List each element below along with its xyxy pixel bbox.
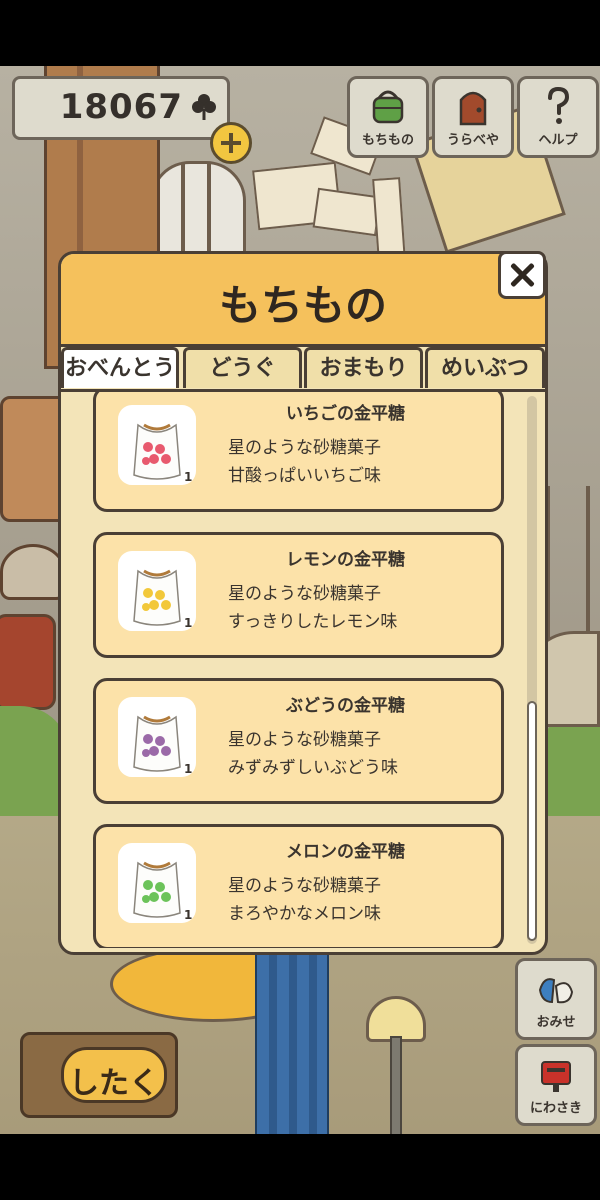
item-name: ぶどうの金平糖: [286, 696, 405, 716]
svg-text:1: 1: [184, 908, 192, 922]
door-icon: [459, 91, 487, 126]
candy-bag-icon: 1: [133, 423, 192, 484]
svg-text:1: 1: [184, 762, 192, 776]
item-name: いちごの金平糖: [286, 404, 405, 424]
close-button[interactable]: [498, 251, 546, 299]
game-screen: 18067 もちもの うらべや ヘルプ おみせ にわさき したく もちもの おべ…: [0, 66, 600, 1134]
item-description: 星のような砂糖菓子: [228, 584, 381, 604]
shop-label: おみせ: [536, 1015, 576, 1030]
pack-button[interactable]: したく: [20, 1032, 178, 1118]
tab-lunch[interactable]: おべんとう: [61, 347, 179, 388]
jam-jar: [0, 614, 56, 710]
clover-amount: 18067: [59, 87, 183, 127]
help-button[interactable]: ヘルプ: [517, 76, 599, 158]
tab-charms[interactable]: おまもり: [304, 347, 423, 388]
blue-curtain: [255, 951, 329, 1134]
mushroom-table: [0, 544, 66, 600]
item-description: 星のような砂糖菓子: [228, 438, 381, 458]
panel-header: もちもの: [61, 254, 545, 347]
list-item[interactable]: 1 ぶどうの金平糖 星のような砂糖菓子 みずみずしいぶどう味: [93, 678, 504, 804]
clover-icon: [192, 94, 216, 120]
svg-text:1: 1: [184, 470, 192, 484]
clover-counter: 18067: [12, 76, 230, 140]
category-tabs: おべんとう どうぐ おまもり めいぶつ: [61, 347, 545, 389]
belongings-label: もちもの: [361, 133, 414, 148]
garden-button[interactable]: にわさき: [515, 1044, 597, 1126]
question-icon: [548, 86, 570, 124]
svg-text:1: 1: [184, 616, 192, 630]
item-description: 星のような砂糖菓子: [228, 876, 381, 896]
shop-icon: [538, 978, 574, 1004]
mailbox-icon: [541, 1061, 571, 1092]
help-label: ヘルプ: [538, 133, 578, 148]
list-item[interactable]: 1 メロンの金平糖 星のような砂糖菓子 まろやかなメロン味: [93, 824, 504, 948]
floor-lamp: [358, 996, 428, 1134]
candy-bag-icon: 1: [133, 715, 192, 776]
pack-label: したく: [69, 1066, 159, 1101]
panel-title: もちもの: [218, 281, 387, 330]
item-thumbnail: 1: [118, 405, 196, 485]
item-description: すっきりしたレモン味: [228, 612, 398, 632]
list-item[interactable]: 1 レモンの金平糖 星のような砂糖菓子 すっきりしたレモン味: [93, 532, 504, 658]
item-thumbnail: 1: [118, 843, 196, 923]
scrollbar-thumb[interactable]: [527, 701, 537, 941]
list-item[interactable]: 1 いちごの金平糖 星のような砂糖菓子 甘酸っぱいいちご味: [93, 392, 504, 512]
back-room-button[interactable]: うらべや: [432, 76, 514, 158]
item-thumbnail: 1: [118, 697, 196, 777]
item-name: レモンの金平糖: [286, 550, 405, 570]
pack-button-plate: したく: [61, 1047, 167, 1103]
candy-bag-icon: 1: [133, 861, 192, 922]
item-name: メロンの金平糖: [286, 842, 405, 862]
belongings-panel: もちもの おべんとう どうぐ おまもり めいぶつ 1 いちごの金平糖 星のような…: [58, 251, 548, 955]
back-room-label: うらべや: [446, 133, 499, 148]
candy-bag-icon: 1: [133, 569, 192, 630]
item-description: みずみずしいぶどう味: [228, 758, 398, 778]
item-description: 甘酸っぱいいちご味: [228, 466, 381, 486]
tab-souvenirs[interactable]: めいぶつ: [425, 347, 545, 388]
add-clover-button[interactable]: [210, 122, 252, 164]
garden-label: にわさき: [529, 1101, 582, 1116]
item-description: 星のような砂糖菓子: [228, 730, 381, 750]
scrollbar-track[interactable]: [527, 396, 537, 944]
item-description: まろやかなメロン味: [228, 904, 381, 924]
bag-icon: [372, 90, 404, 124]
tab-tools[interactable]: どうぐ: [183, 347, 302, 388]
shop-button[interactable]: おみせ: [515, 958, 597, 1040]
item-list[interactable]: 1 いちごの金平糖 星のような砂糖菓子 甘酸っぱいいちご味 1 レモンの金平糖 …: [61, 392, 545, 948]
belongings-button[interactable]: もちもの: [347, 76, 429, 158]
item-thumbnail: 1: [118, 551, 196, 631]
